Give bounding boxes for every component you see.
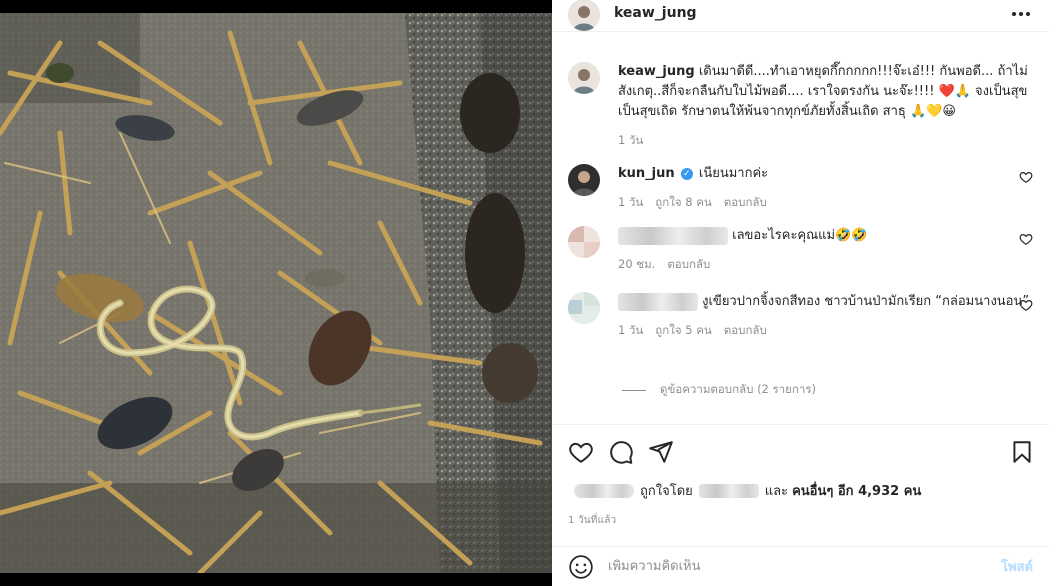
comment-like-heart-icon[interactable] (1019, 170, 1033, 184)
reply-button[interactable]: ตอบกลับ (667, 254, 710, 274)
comment-item: งูเขียวปากจิ้งจกสีทอง ชาวบ้านป่ามักเรียก… (568, 292, 1033, 340)
like-heart-icon[interactable] (568, 439, 594, 465)
post-photo-area (0, 0, 552, 586)
more-options-icon[interactable] (1009, 4, 1033, 24)
comment-icon[interactable] (608, 439, 634, 465)
comment-avatar-image (568, 292, 600, 324)
view-replies-button[interactable]: ดูข้อความตอบกลับ (2 รายการ) (622, 381, 816, 399)
post-header: keaw_jung (552, 0, 1049, 32)
author-avatar-image (568, 0, 600, 31)
likes-summary: ถูกใจโดย และ คนอื่นๆ อีก 4,932 คน (568, 480, 921, 501)
caption-meta: 1 วัน (618, 130, 1033, 150)
reply-button[interactable]: ตอบกลับ (724, 192, 767, 212)
comment-time: 1 วัน (618, 195, 644, 209)
caption-username[interactable]: keaw_jung (618, 64, 695, 79)
comment-avatar[interactable] (568, 292, 600, 324)
reply-button[interactable]: ตอบกลับ (724, 320, 767, 340)
caption-avatar-image (568, 62, 600, 94)
comment-like-heart-icon[interactable] (1019, 298, 1033, 312)
liker-username-blurred[interactable] (698, 483, 759, 498)
caption-emoji-end: 🙏💛😀 (909, 104, 956, 119)
comment-likes[interactable]: ถูกใจ 8 คน (655, 192, 711, 212)
comment-body: งูเขียวปากจิ้งจกสีทอง ชาวบ้านป่ามักเรียก… (618, 292, 1033, 340)
post-detail-panel: keaw_jung keaw_jung เดินมาดีดี....ทำเอาห… (552, 0, 1049, 586)
blurred-username[interactable] (618, 226, 728, 245)
likes-suffix: และ (764, 484, 789, 499)
action-icons (568, 439, 1035, 465)
caption-time: 1 วัน (618, 133, 644, 147)
comment-text: เลขอะไรคะคุณแม่ (732, 228, 836, 243)
comment-time: 1 วัน (618, 323, 644, 337)
snake-photo-image (0, 13, 552, 573)
caption-body: keaw_jung เดินมาดีดี....ทำเอาหยุดกึ๊กกกก… (618, 62, 1033, 150)
comment-avatar-image (568, 226, 600, 258)
comment-body: kun_jun ✓ เนียนมากค่ะ 1 วัน ถูกใจ 8 คน ต… (618, 164, 1033, 212)
author-avatar[interactable] (568, 0, 600, 31)
comment-meta: 1 วัน ถูกใจ 5 คน ตอบกลับ (618, 320, 1033, 340)
view-replies-label: ดูข้อความตอบกลับ (2 รายการ) (660, 382, 816, 396)
comments-list[interactable]: keaw_jung เดินมาดีดี....ทำเอาหยุดกึ๊กกกก… (552, 46, 1049, 424)
comment-item: kun_jun ✓ เนียนมากค่ะ 1 วัน ถูกใจ 8 คน ต… (568, 164, 1033, 212)
bookmark-icon[interactable] (1009, 439, 1035, 465)
comment-input[interactable] (608, 559, 1002, 574)
post-actions: ถูกใจโดย และ คนอื่นๆ อีก 4,932 คน 1 วันท… (552, 424, 1049, 536)
comment-text: เนียนมากค่ะ (698, 166, 769, 181)
comment-meta: 20 ชม. ตอบกลับ (618, 254, 1033, 274)
comment-time: 20 ชม. (618, 257, 656, 271)
likes-others[interactable]: คนอื่นๆ อีก 4,932 คน (792, 480, 921, 501)
comment-like-heart-icon[interactable] (1019, 232, 1033, 246)
post-timestamp[interactable]: 1 วันที่แล้ว (568, 513, 616, 528)
emoji-smile-icon[interactable] (568, 554, 594, 580)
comment-username[interactable]: kun_jun (618, 166, 675, 181)
caption: keaw_jung เดินมาดีดี....ทำเอาหยุดกึ๊กกกก… (568, 62, 1033, 150)
add-comment-bar: โพสต์ (552, 546, 1049, 586)
view-replies-line (622, 389, 646, 391)
verified-badge-icon: ✓ (680, 167, 693, 180)
likes-prefix: ถูกใจโดย (640, 484, 693, 499)
caption-avatar[interactable] (568, 62, 600, 94)
blurred-username[interactable] (618, 292, 698, 311)
comment-item: เลขอะไรคะคุณแม่🤣🤣 20 ชม. ตอบกลับ (568, 226, 1033, 274)
comment-likes[interactable]: ถูกใจ 5 คน (655, 320, 711, 340)
post-comment-button[interactable]: โพสต์ (1001, 556, 1033, 577)
likers-avatars (574, 483, 634, 498)
comment-body: เลขอะไรคะคุณแม่🤣🤣 20 ชม. ตอบกลับ (618, 226, 1033, 274)
caption-emoji-heart-pray: ❤️🙏 (938, 84, 971, 99)
comment-avatar[interactable] (568, 164, 600, 196)
comment-avatar[interactable] (568, 226, 600, 258)
comment-text: งูเขียวปากจิ้งจกสีทอง ชาวบ้านป่ามักเรียก… (702, 294, 1030, 309)
post-photo[interactable] (0, 13, 552, 573)
comment-emoji: 🤣🤣 (835, 228, 868, 243)
comment-avatar-image (568, 164, 600, 196)
share-icon[interactable] (648, 439, 674, 465)
comment-meta: 1 วัน ถูกใจ 8 คน ตอบกลับ (618, 192, 1033, 212)
author-username[interactable]: keaw_jung (614, 5, 697, 21)
